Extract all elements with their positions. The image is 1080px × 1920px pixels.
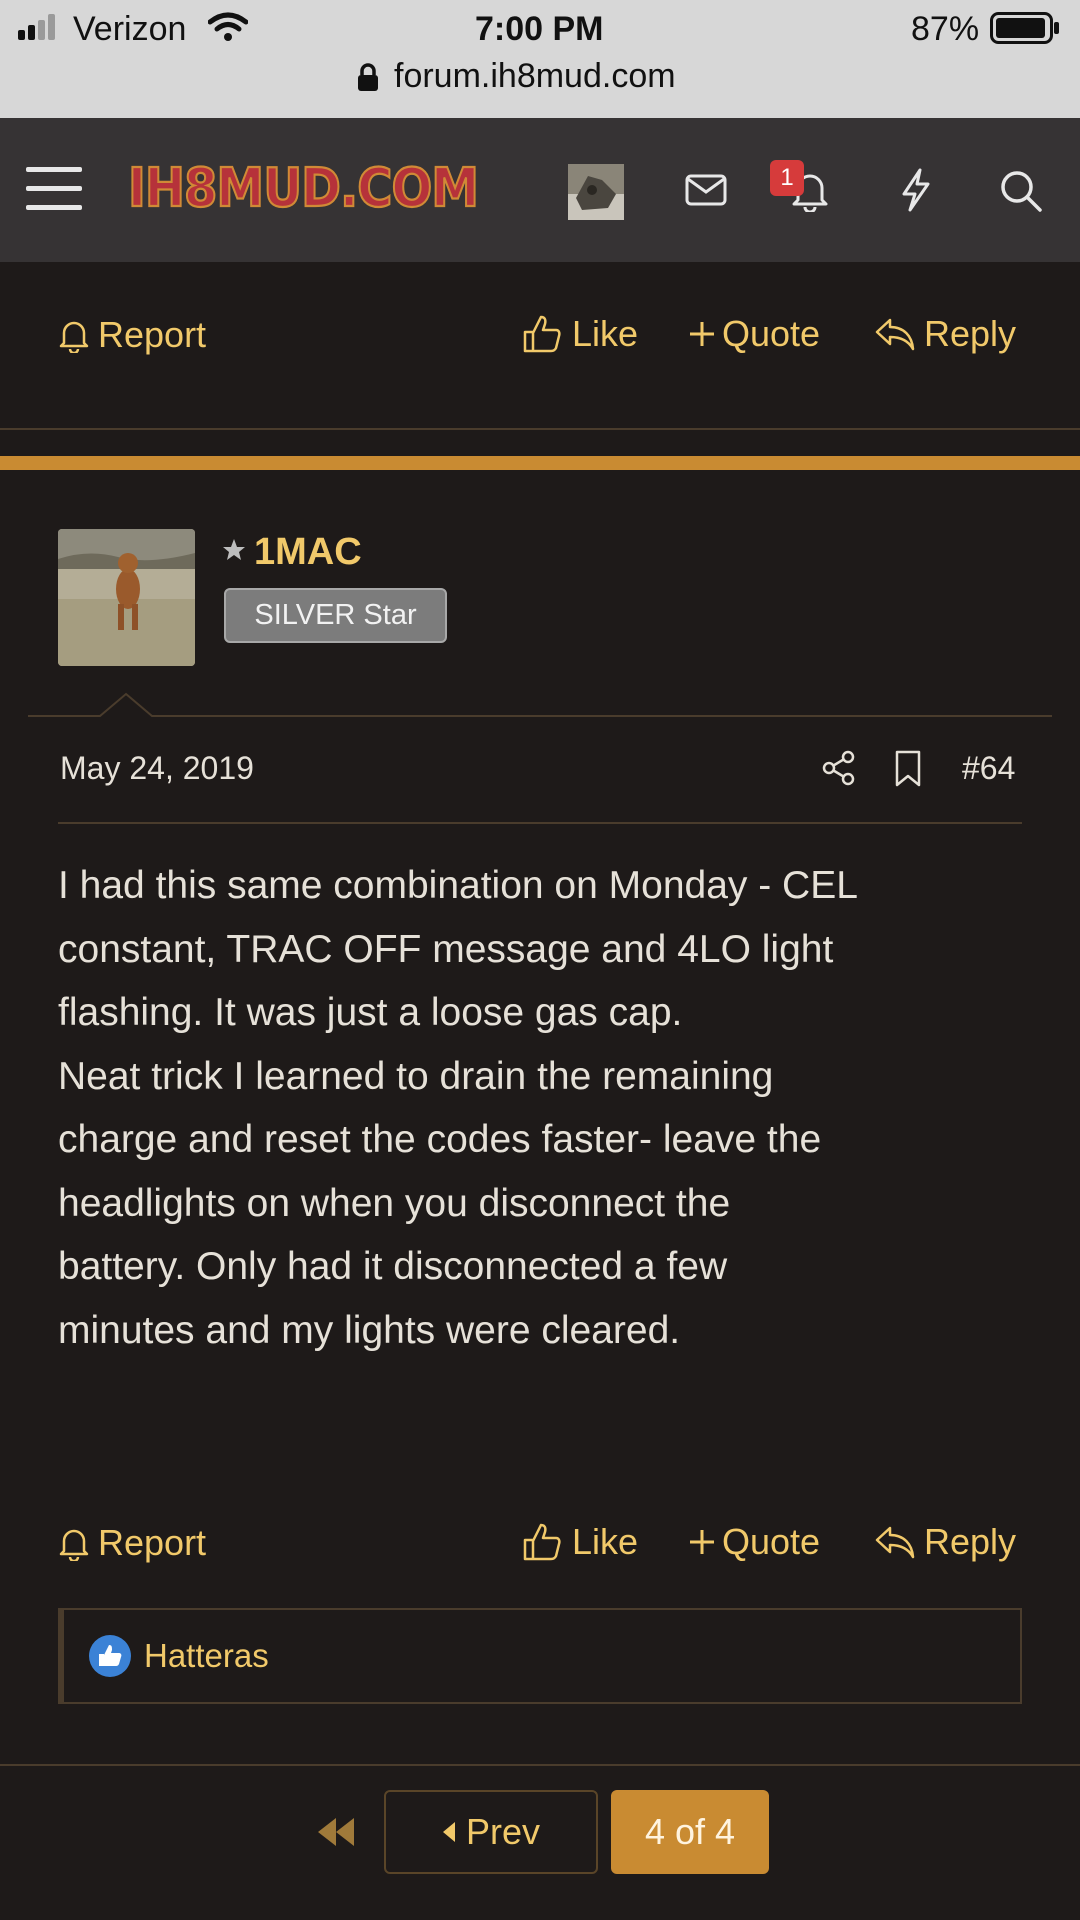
liked-by-user[interactable]: Hatteras bbox=[144, 1637, 269, 1675]
user-star-icon bbox=[222, 538, 246, 562]
carrier-label: Verizon bbox=[73, 10, 187, 48]
prev-page-button[interactable]: Prev bbox=[384, 1790, 598, 1874]
reply-label: Reply bbox=[924, 1521, 1017, 1562]
bookmark-icon[interactable] bbox=[894, 750, 922, 788]
user-avatar-thumbnail[interactable] bbox=[568, 164, 624, 220]
like-button-top[interactable]: Like bbox=[522, 310, 638, 358]
hamburger-menu-icon[interactable] bbox=[26, 164, 82, 214]
report-bell-icon bbox=[59, 1529, 89, 1561]
like-label: Like bbox=[572, 1521, 639, 1562]
battery-percent: 87% bbox=[911, 10, 980, 48]
username[interactable]: 1MAC bbox=[254, 531, 362, 574]
report-button-top[interactable]: Report bbox=[58, 312, 206, 358]
post-line: minutes and my lights were cleared. bbox=[58, 1308, 681, 1352]
current-page-indicator[interactable]: 4 of 4 bbox=[611, 1790, 769, 1874]
plus-icon bbox=[690, 322, 714, 346]
url-bar[interactable]: forum.ih8mud.com bbox=[394, 57, 676, 96]
share-icon[interactable] bbox=[822, 750, 858, 788]
post-number[interactable]: #64 bbox=[962, 750, 1015, 787]
post-line: battery. Only had it disconnected a few bbox=[58, 1245, 728, 1288]
quote-button[interactable]: Quote bbox=[688, 1518, 820, 1566]
user-info-divider bbox=[28, 692, 1052, 722]
user-title: SILVER Star bbox=[254, 599, 417, 631]
user-title-badge: SILVER Star bbox=[224, 588, 447, 643]
notification-badge: 1 bbox=[770, 160, 804, 196]
lock-icon bbox=[357, 63, 379, 91]
quote-label: Quote bbox=[722, 1521, 821, 1562]
wifi-icon bbox=[207, 12, 249, 42]
like-reaction-icon bbox=[89, 1635, 131, 1677]
search-icon[interactable] bbox=[998, 168, 1044, 214]
like-label: Like bbox=[572, 313, 639, 354]
reactions-bar[interactable]: Hatteras bbox=[58, 1608, 1022, 1704]
post-line: headlights on when you disconnect the bbox=[58, 1181, 731, 1225]
status-bar: Verizon 7:00 PM 87% forum.ih8mud.com bbox=[0, 0, 1080, 118]
prev-label: Prev bbox=[465, 1811, 541, 1852]
post-line: flashing. It was just a loose gas cap. bbox=[58, 991, 683, 1034]
post-date[interactable]: May 24, 2019 bbox=[60, 750, 254, 787]
post-line: Neat trick I learned to drain the remain… bbox=[58, 1054, 774, 1098]
post-line: I had this same combination on Monday - … bbox=[58, 864, 858, 907]
date-divider bbox=[58, 822, 1022, 824]
report-label: Report bbox=[98, 314, 207, 355]
thumbs-up-icon bbox=[523, 315, 561, 353]
user-avatar[interactable] bbox=[58, 529, 195, 666]
report-bell-icon bbox=[59, 321, 89, 353]
whats-new-bolt-icon[interactable] bbox=[896, 168, 936, 212]
inbox-envelope-icon[interactable] bbox=[684, 170, 728, 210]
post-line: charge and reset the codes faster- leave… bbox=[58, 1118, 822, 1161]
reply-arrow-icon bbox=[875, 1526, 915, 1559]
reply-arrow-icon bbox=[875, 318, 915, 351]
caret-left-icon bbox=[442, 1822, 455, 1842]
report-button[interactable]: Report bbox=[58, 1520, 206, 1566]
signal-icon bbox=[18, 14, 56, 40]
current-page-label: 4 of 4 bbox=[644, 1811, 736, 1852]
post-body: I had this same combination on Monday - … bbox=[58, 854, 1048, 1362]
site-header: IH8MUD.COM 1 bbox=[0, 118, 1080, 262]
notification-count: 1 bbox=[780, 164, 794, 191]
divider bbox=[0, 428, 1080, 430]
battery-icon bbox=[990, 12, 1060, 44]
like-button[interactable]: Like bbox=[522, 1518, 638, 1566]
post-separator-bar bbox=[0, 456, 1080, 470]
reply-label: Reply bbox=[924, 313, 1017, 354]
plus-icon bbox=[690, 1530, 714, 1554]
clock: 7:00 PM bbox=[475, 10, 604, 48]
quote-label: Quote bbox=[722, 313, 821, 354]
thumbs-up-icon bbox=[523, 1523, 561, 1561]
post-line: constant, TRAC OFF message and 4LO light bbox=[58, 927, 834, 971]
report-label: Report bbox=[98, 1522, 207, 1563]
first-page-icon[interactable] bbox=[312, 1812, 360, 1852]
reply-button[interactable]: Reply bbox=[874, 1518, 1016, 1566]
quote-button-top[interactable]: Quote bbox=[688, 310, 820, 358]
pagination-divider bbox=[0, 1764, 1080, 1766]
site-logo[interactable]: IH8MUD.COM bbox=[127, 156, 480, 221]
reply-button-top[interactable]: Reply bbox=[874, 310, 1016, 358]
